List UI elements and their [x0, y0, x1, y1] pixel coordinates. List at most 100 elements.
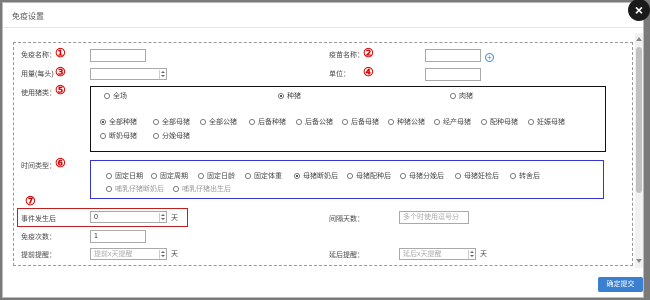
add-vaccine-icon[interactable]: +	[485, 53, 494, 62]
marker-4: ④	[363, 65, 374, 79]
pig-subtype-5[interactable]: 后备母猪	[342, 117, 379, 127]
unit-input[interactable]	[425, 68, 481, 81]
scrollbar[interactable]	[635, 33, 643, 268]
dose-label: 用量(每头)	[21, 71, 54, 78]
radio-icon	[294, 173, 300, 179]
radio-label: 母猪配种后	[356, 173, 391, 180]
vaccine-name-input[interactable]	[425, 49, 481, 62]
radio-icon	[104, 93, 110, 99]
pig-subtype-3[interactable]: 后备种猪	[249, 117, 286, 127]
radio-label: 种猪	[287, 93, 301, 100]
pig-subtype-6[interactable]: 种猪公猪	[388, 117, 425, 127]
pig-subtype-2[interactable]: 全部公猪	[200, 117, 237, 127]
dose-input[interactable]	[90, 68, 167, 80]
radio-icon	[153, 119, 159, 125]
marker-6: ⑥	[55, 156, 66, 170]
radio-icon	[106, 173, 112, 179]
pig-subtype-1[interactable]: 全部母猪	[153, 117, 190, 127]
radio-icon	[198, 173, 204, 179]
time-type-6[interactable]: 母猪分娩后	[400, 171, 444, 181]
advance-remind-label: 提前提醒：	[21, 252, 56, 259]
scroll-up-arrow-icon[interactable]	[636, 37, 642, 41]
radio-label: 固定体重	[254, 173, 282, 180]
delay-remind-input[interactable]: 延后x天提醒	[399, 248, 476, 260]
event-after-spinner-icon[interactable]	[159, 213, 165, 222]
immune-settings-dialog: 免疫设置 免疫名称： ① 疫苗名称： ② + 用量(每头) ③ 单位： ④ 使用…	[2, 2, 644, 298]
radio-label: 哺乳仔猪出生后	[182, 186, 231, 193]
radio-label: 种猪公猪	[397, 119, 425, 126]
title-divider	[3, 27, 643, 28]
scroll-thumb[interactable]	[636, 47, 642, 193]
radio-label: 全部种猪	[109, 119, 137, 126]
event-after-value: 0	[94, 214, 98, 221]
pig-category-all[interactable]: 全场	[104, 91, 127, 101]
radio-icon	[100, 119, 106, 125]
dialog-title: 免疫设置	[12, 12, 44, 21]
time-type-1[interactable]: 固定周期	[151, 171, 188, 181]
radio-icon	[100, 133, 106, 139]
interval-days-input[interactable]: 多个时使用逗号分	[399, 211, 469, 224]
time-type-0[interactable]: 固定日期	[106, 171, 143, 181]
scroll-down-arrow-icon[interactable]	[636, 259, 642, 263]
radio-label: 分娩母猪	[162, 133, 190, 140]
pig-subtype-8[interactable]: 配种母猪	[481, 117, 518, 127]
radio-label: 肉猪	[459, 93, 473, 100]
advance-remind-spinner-icon[interactable]	[159, 250, 165, 259]
delay-remind-spinner-icon[interactable]	[468, 250, 474, 259]
time-type-7[interactable]: 母猪妊检后	[455, 171, 499, 181]
radio-label: 配种母猪	[490, 119, 518, 126]
radio-icon	[278, 93, 284, 99]
unit-label: 单位：	[329, 71, 350, 78]
advance-remind-unit: 天	[171, 251, 178, 258]
advance-remind-input[interactable]: 提前x天提醒	[90, 248, 167, 260]
radio-icon	[245, 173, 251, 179]
pig-subtype-4[interactable]: 后备公猪	[296, 117, 333, 127]
radio-icon	[296, 119, 302, 125]
radio-label: 母猪分娩后	[409, 173, 444, 180]
radio-label: 经产母猪	[443, 119, 471, 126]
time-type-10[interactable]: 哺乳仔猪出生后	[173, 184, 231, 194]
delay-remind-label: 延后提醒：	[329, 252, 364, 259]
event-after-input[interactable]: 0	[90, 211, 167, 223]
time-type-label: 时间类型：	[21, 163, 56, 170]
marker-2: ②	[363, 46, 374, 60]
radio-label: 全部母猪	[162, 119, 190, 126]
pig-subtype-10[interactable]: 断奶母猪	[100, 131, 137, 141]
pig-type-label: 使用猪类：	[21, 90, 56, 97]
radio-icon	[200, 119, 206, 125]
pig-subtype-7[interactable]: 经产母猪	[434, 117, 471, 127]
time-type-9[interactable]: 哺乳仔猪断奶后	[106, 184, 164, 194]
dose-spinner-icon[interactable]	[159, 70, 165, 79]
radio-icon	[342, 119, 348, 125]
radio-icon	[455, 173, 461, 179]
event-after-unit: 天	[171, 215, 178, 222]
close-icon[interactable]: ×	[628, 0, 650, 21]
time-type-5[interactable]: 母猪配种后	[347, 171, 391, 181]
pig-category-breeding[interactable]: 种猪	[278, 91, 301, 101]
time-type-3[interactable]: 固定体重	[245, 171, 282, 181]
radio-label: 母猪妊检后	[464, 173, 499, 180]
pig-subtype-0[interactable]: 全部种猪	[100, 117, 137, 127]
radio-label: 后备种猪	[258, 119, 286, 126]
radio-label: 固定日期	[115, 173, 143, 180]
pig-subtype-11[interactable]: 分娩母猪	[153, 131, 190, 141]
immune-name-input[interactable]	[90, 49, 146, 62]
pig-category-fattening[interactable]: 肉猪	[450, 91, 473, 101]
delay-remind-unit: 天	[480, 251, 487, 258]
immune-count-input[interactable]: 1	[90, 230, 146, 243]
time-type-8[interactable]: 转舍后	[510, 171, 540, 181]
vaccine-name-label: 疫苗名称：	[329, 52, 364, 59]
pig-subtype-9[interactable]: 妊娠母猪	[528, 117, 565, 127]
radio-icon	[528, 119, 534, 125]
time-type-2[interactable]: 固定日龄	[198, 171, 235, 181]
delay-remind-placeholder: 延后x天提醒	[403, 251, 442, 258]
radio-icon	[173, 186, 179, 192]
submit-button[interactable]: 确定提交	[598, 277, 643, 292]
marker-3: ③	[55, 65, 66, 79]
marker-1: ①	[55, 46, 66, 60]
radio-label: 后备母猪	[351, 119, 379, 126]
radio-icon	[481, 119, 487, 125]
time-type-4[interactable]: 母猪断奶后	[294, 171, 338, 181]
immune-name-label: 免疫名称：	[21, 52, 56, 59]
radio-label: 断奶母猪	[109, 133, 137, 140]
